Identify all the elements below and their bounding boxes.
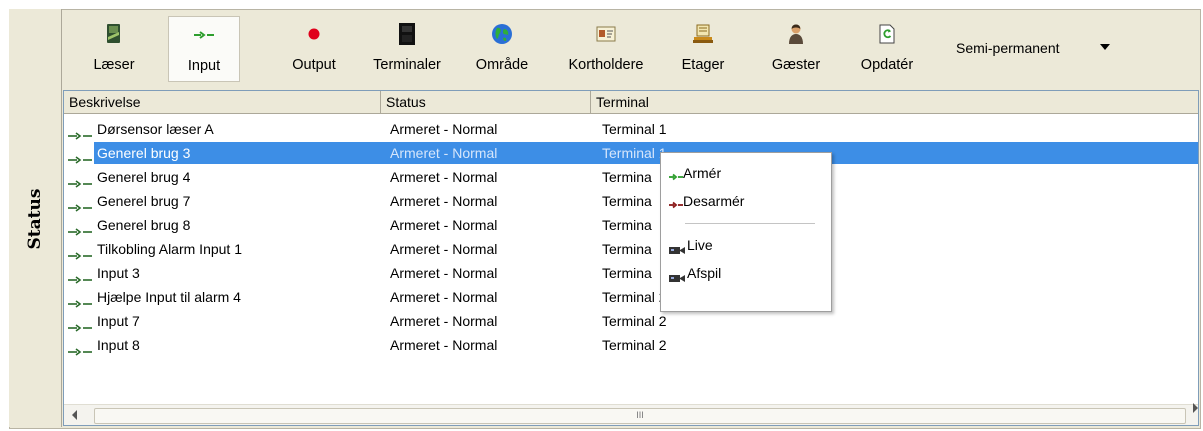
- refresh-button[interactable]: Opdatér: [848, 16, 926, 82]
- table-row[interactable]: Dørsensor læser A Armeret - Normal Termina…: [64, 117, 1198, 141]
- input-label: Input: [187, 58, 221, 74]
- table-row[interactable]: Generel brug 3 Armeret - Normal Terminal 1: [64, 141, 1198, 165]
- cell-terminal: Terminal 2: [602, 289, 667, 305]
- terminals-button[interactable]: Terminaler: [362, 16, 452, 82]
- side-panel-label: Status: [25, 188, 45, 250]
- mode-select[interactable]: Semi-permanent: [956, 36, 1126, 60]
- menu-separator: [685, 223, 815, 224]
- column-header-terminal[interactable]: Terminal: [591, 91, 1198, 113]
- chevron-down-icon[interactable]: [1100, 44, 1110, 50]
- cell-description: Dørsensor læser A: [97, 121, 214, 137]
- menu-item-playback[interactable]: Afspil: [661, 261, 829, 287]
- refresh-icon: [875, 22, 899, 46]
- table-row[interactable]: Generel brug 4 Armeret - Normal Termina: [64, 165, 1198, 189]
- cell-terminal: Termina: [602, 265, 652, 281]
- grid-header: Beskrivelse Status Terminal: [64, 91, 1198, 114]
- input-icon: [192, 23, 216, 47]
- scroll-left-arrow-icon[interactable]: [72, 410, 77, 420]
- side-panel: Status: [9, 9, 62, 427]
- context-menu: Armér Desarmér Live Afspil: [660, 152, 832, 312]
- cell-status: Armeret - Normal: [390, 145, 498, 161]
- output-icon: [302, 22, 326, 46]
- cell-terminal: Termina: [602, 217, 652, 233]
- toolbar: Læser Input Output Terminaler Område Kor…: [62, 10, 1198, 88]
- cell-status: Armeret - Normal: [390, 337, 498, 353]
- input-connector-icon: [68, 340, 94, 364]
- cell-description: Input 3: [97, 265, 140, 281]
- guests-label: Gæster: [771, 57, 821, 73]
- cardholders-label: Kortholdere: [568, 57, 644, 73]
- table-row[interactable]: Hjælpe Input til alarm 4 Armeret - Normal…: [64, 285, 1198, 309]
- terminals-label: Terminaler: [373, 57, 441, 73]
- cell-status: Armeret - Normal: [390, 121, 498, 137]
- table-row[interactable]: Input 8 Armeret - Normal Terminal 2: [64, 333, 1198, 357]
- floors-icon: [691, 22, 715, 46]
- floors-button[interactable]: Etager: [668, 16, 738, 82]
- horizontal-scrollbar[interactable]: III: [64, 404, 1198, 425]
- scroll-thumb[interactable]: III: [94, 408, 1186, 424]
- floors-label: Etager: [681, 57, 725, 73]
- disarm-icon: [669, 196, 683, 212]
- output-button[interactable]: Output: [278, 16, 350, 82]
- area-button[interactable]: Område: [462, 16, 542, 82]
- cell-terminal: Terminal 2: [602, 313, 667, 329]
- area-label: Område: [475, 57, 529, 73]
- cell-status: Armeret - Normal: [390, 193, 498, 209]
- refresh-label: Opdatér: [860, 57, 914, 73]
- input-button[interactable]: Input: [168, 16, 240, 82]
- cell-status: Armeret - Normal: [390, 265, 498, 281]
- scroll-grip: III: [636, 410, 644, 420]
- cell-description: Input 8: [97, 337, 140, 353]
- cell-terminal: Terminal 1: [602, 121, 667, 137]
- cell-terminal: Termina: [602, 241, 652, 257]
- scroll-right-arrow-icon[interactable]: [1193, 403, 1198, 413]
- cell-terminal: Termina: [602, 169, 652, 185]
- reader-icon: [102, 22, 126, 46]
- cell-status: Armeret - Normal: [390, 169, 498, 185]
- table-row[interactable]: Generel brug 8 Armeret - Normal Termina: [64, 213, 1198, 237]
- menu-item-disarm[interactable]: Desarmér: [661, 189, 829, 215]
- cell-description: Generel brug 8: [97, 217, 191, 233]
- output-label: Output: [292, 57, 336, 73]
- guest-icon: [784, 22, 808, 46]
- camera-icon: [669, 242, 685, 258]
- table-row[interactable]: Input 7 Armeret - Normal Terminal 2: [64, 309, 1198, 333]
- cell-description: Generel brug 7: [97, 193, 191, 209]
- input-status-grid: Beskrivelse Status Terminal Dørsensor læ…: [63, 90, 1199, 426]
- terminal-icon: [395, 22, 419, 46]
- cell-description: Generel brug 3: [97, 145, 191, 161]
- reader-label: Læser: [93, 57, 135, 73]
- guests-button[interactable]: Gæster: [758, 16, 834, 82]
- menu-item-live[interactable]: Live: [661, 233, 829, 259]
- cell-status: Armeret - Normal: [390, 289, 498, 305]
- cell-status: Armeret - Normal: [390, 217, 498, 233]
- table-row[interactable]: Tilkobling Alarm Input 1 Armeret - Normal…: [64, 237, 1198, 261]
- cardholders-button[interactable]: Kortholdere: [556, 16, 656, 82]
- cell-terminal: Terminal 2: [602, 337, 667, 353]
- mode-select-value: Semi-permanent: [956, 40, 1060, 56]
- cell-terminal: Termina: [602, 193, 652, 209]
- cell-status: Armeret - Normal: [390, 241, 498, 257]
- table-row[interactable]: Generel brug 7 Armeret - Normal Termina: [64, 189, 1198, 213]
- cell-description: Input 7: [97, 313, 140, 329]
- cell-description: Tilkobling Alarm Input 1: [97, 241, 242, 257]
- cell-terminal: Terminal 1: [602, 145, 667, 161]
- arm-icon: [669, 168, 683, 184]
- menu-item-arm[interactable]: Armér: [661, 161, 829, 187]
- menu-item-live-label: Live: [687, 237, 713, 253]
- menu-item-playback-label: Afspil: [687, 265, 722, 281]
- cell-description: Generel brug 4: [97, 169, 191, 185]
- cell-description: Hjælpe Input til alarm 4: [97, 289, 241, 305]
- menu-item-disarm-label: Desarmér: [683, 193, 745, 209]
- cell-status: Armeret - Normal: [390, 313, 498, 329]
- reader-button[interactable]: Læser: [78, 16, 150, 82]
- globe-icon: [490, 22, 514, 46]
- cardholder-icon: [594, 22, 618, 46]
- menu-item-arm-label: Armér: [683, 165, 722, 181]
- table-row[interactable]: Input 3 Armeret - Normal Termina: [64, 261, 1198, 285]
- column-header-status[interactable]: Status: [381, 91, 591, 113]
- camera-icon: [669, 270, 685, 286]
- column-header-description[interactable]: Beskrivelse: [64, 91, 381, 113]
